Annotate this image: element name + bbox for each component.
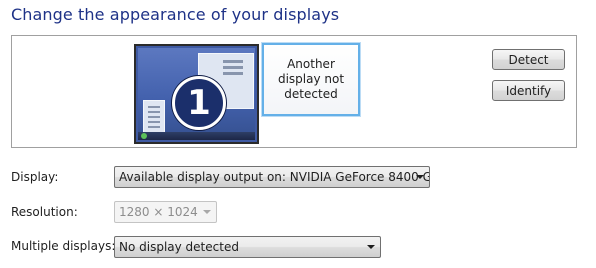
display-label: Display: bbox=[11, 170, 59, 184]
detect-button[interactable]: Detect bbox=[492, 49, 565, 70]
identify-button[interactable]: Identify bbox=[492, 80, 565, 101]
display-select[interactable]: Available display output on: NVIDIA GeFo… bbox=[114, 166, 430, 188]
multiple-displays-select[interactable]: No display detected bbox=[114, 236, 381, 258]
monitor-number-badge: 1 bbox=[172, 76, 226, 130]
display-select-value: Available display output on: NVIDIA GeFo… bbox=[119, 170, 430, 184]
chevron-down-icon bbox=[416, 175, 424, 179]
multiple-displays-label: Multiple displays: bbox=[11, 239, 116, 253]
monitor-2-label: Another display not detected bbox=[277, 57, 345, 101]
start-orb-icon bbox=[141, 133, 147, 139]
taskbar-thumbnail bbox=[138, 132, 255, 140]
resolution-label: Resolution: bbox=[11, 205, 78, 219]
chevron-down-icon bbox=[203, 210, 211, 214]
display-preview-area: 1 Another display not detected Detect Id… bbox=[11, 35, 577, 148]
page-title: Change the appearance of your displays bbox=[11, 5, 340, 24]
monitor-2-not-detected[interactable]: Another display not detected bbox=[261, 42, 361, 117]
chevron-down-icon bbox=[367, 245, 375, 249]
multiple-displays-select-value: No display detected bbox=[119, 240, 239, 254]
resolution-select: 1280 × 1024 bbox=[114, 201, 217, 223]
monitor-1[interactable]: 1 bbox=[134, 44, 259, 144]
resolution-select-value: 1280 × 1024 bbox=[119, 205, 198, 219]
